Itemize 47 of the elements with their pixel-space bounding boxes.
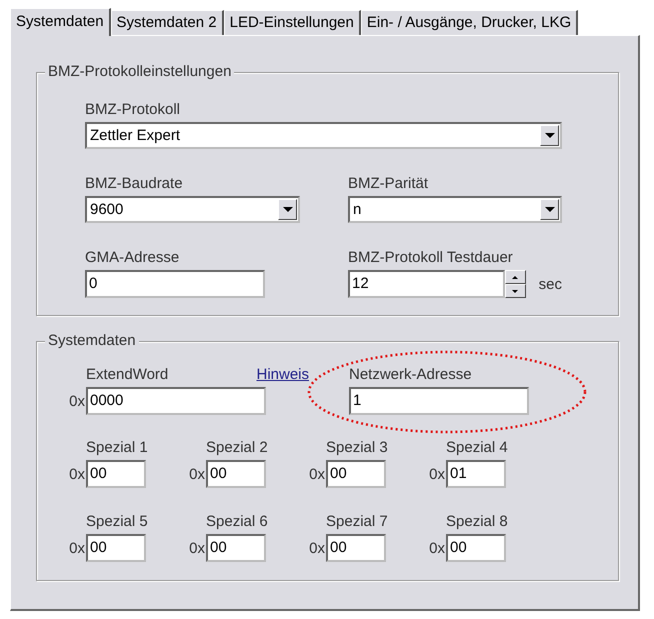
input-field[interactable]: 00 xyxy=(206,534,266,562)
input-field[interactable]: 0 xyxy=(85,270,265,298)
tab[interactable]: Ein- / Ausgänge, Drucker, LKG xyxy=(360,10,578,35)
field-label: Spezial 3 xyxy=(326,439,389,456)
dropdown[interactable]: 9600 xyxy=(85,196,300,223)
hex-prefix: 0x xyxy=(428,466,446,483)
field-label: Spezial 6 xyxy=(206,513,269,530)
field-label: Spezial 2 xyxy=(206,439,269,456)
field-label: Netzwerk-Adresse xyxy=(349,366,473,383)
hint-link[interactable]: Hinweis xyxy=(256,366,309,383)
input-field[interactable]: 1 xyxy=(349,387,529,415)
field-label: BMZ-Protokoll Testdauer xyxy=(348,249,514,266)
input-field[interactable]: 00 xyxy=(86,460,146,488)
dropdown[interactable]: Zettler Expert xyxy=(85,122,562,149)
input-field[interactable]: 00 xyxy=(446,534,506,562)
hex-prefix: 0x xyxy=(308,540,326,557)
field-label: Spezial 7 xyxy=(326,513,389,530)
hex-prefix: 0x xyxy=(68,540,86,557)
input-field[interactable]: 00 xyxy=(86,534,146,562)
unit-label: sec xyxy=(538,276,562,293)
hex-prefix: 0x xyxy=(68,466,86,483)
tab[interactable]: Systemdaten xyxy=(10,8,111,36)
input-field[interactable]: 00 xyxy=(326,460,386,488)
field-label: BMZ-Protokoll xyxy=(85,101,182,118)
tab[interactable]: Systemdaten 2 xyxy=(110,10,224,35)
group-title: Systemdaten xyxy=(45,332,139,349)
input-field[interactable]: 00 xyxy=(206,460,266,488)
field-label: BMZ-Baudrate xyxy=(85,175,184,192)
field-label: ExtendWord xyxy=(86,366,168,383)
group-title: BMZ-Protokolleinstellungen xyxy=(45,63,234,80)
field-label: Spezial 4 xyxy=(446,439,509,456)
hex-prefix: 0x xyxy=(428,540,446,557)
input-field[interactable]: 0000 xyxy=(86,387,266,415)
input-field[interactable]: 01 xyxy=(446,460,506,488)
input-field[interactable]: 12 xyxy=(348,270,505,298)
tab[interactable]: LED-Einstellungen xyxy=(224,10,361,35)
field-label: GMA-Adresse xyxy=(85,249,180,266)
hex-prefix: 0x xyxy=(188,540,206,557)
field-label: Spezial 1 xyxy=(86,439,149,456)
hex-prefix: 0x xyxy=(308,466,326,483)
hex-prefix: 0x xyxy=(188,466,206,483)
hex-prefix: 0x xyxy=(68,393,86,410)
dropdown[interactable]: n xyxy=(348,196,562,223)
field-label: Spezial 8 xyxy=(446,513,509,530)
input-field[interactable]: 00 xyxy=(326,534,386,562)
field-label: BMZ-Parität xyxy=(348,175,430,192)
field-label: Spezial 5 xyxy=(86,513,149,530)
